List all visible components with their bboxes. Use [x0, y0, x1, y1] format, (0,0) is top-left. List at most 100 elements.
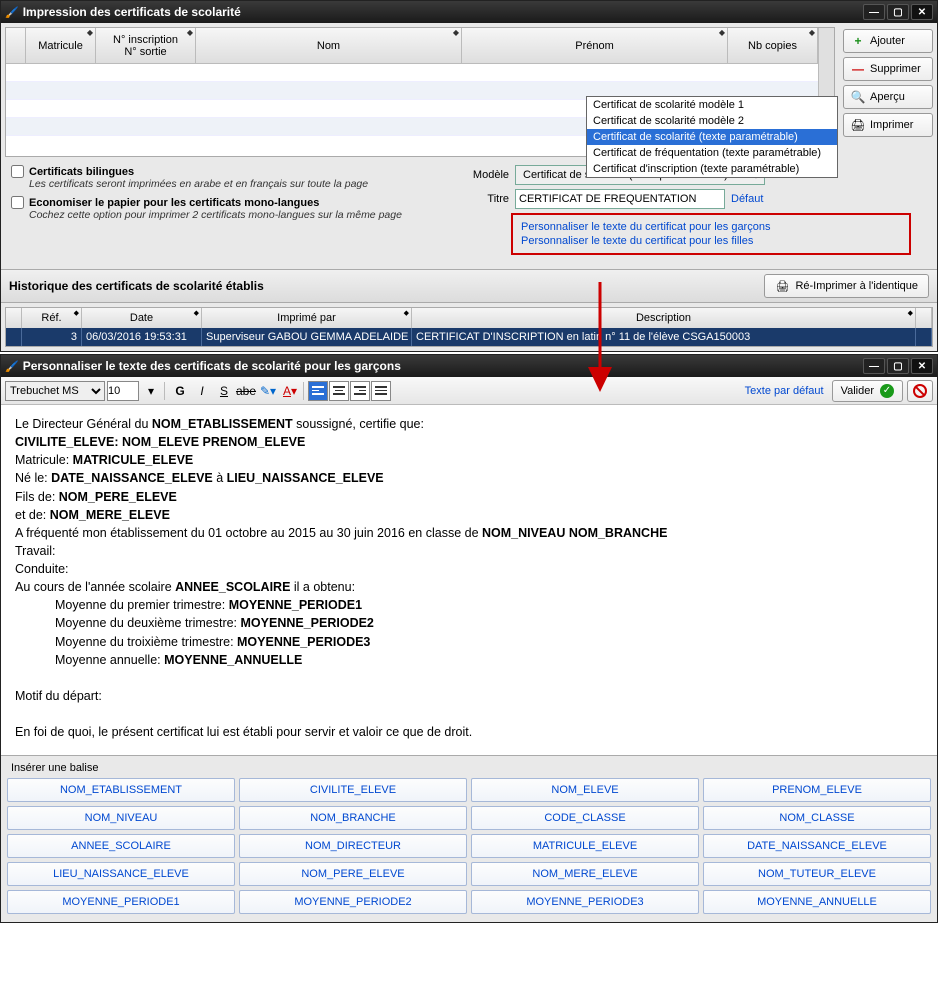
hist-row-selected[interactable]: 3 06/03/2016 19:53:31 Superviseur GABOU … — [6, 328, 932, 346]
certificate-editor[interactable]: Le Directeur Général du NOM_ETABLISSEMEN… — [1, 405, 937, 755]
editor-toolbar: Trebuchet MS ▾ G I S abe ✎▾ A▾ Texte par… — [1, 377, 937, 405]
size-up-down[interactable]: ▾ — [141, 381, 161, 401]
tag-button[interactable]: NOM_ELEVE — [471, 778, 699, 802]
cancel-button[interactable] — [907, 380, 933, 402]
tag-button[interactable]: MOYENNE_PERIODE3 — [471, 890, 699, 914]
ajouter-button[interactable]: +Ajouter — [843, 29, 933, 53]
align-justify-button[interactable] — [371, 381, 391, 401]
imprimer-button[interactable]: 🖨Imprimer — [843, 113, 933, 137]
italic-button[interactable]: I — [192, 381, 212, 401]
col-ninscr[interactable]: ◆N° inscription N° sortie — [96, 28, 196, 63]
econ-checkbox[interactable] — [11, 196, 24, 209]
titlebar: 🖌️ Personnaliser le texte des certificat… — [1, 355, 937, 377]
tag-button[interactable]: CODE_CLASSE — [471, 806, 699, 830]
defaut-link[interactable]: Défaut — [731, 193, 763, 205]
hist-grid-body: 3 06/03/2016 19:53:31 Superviseur GABOU … — [6, 328, 932, 346]
econ-checkbox-label[interactable]: Economiser le papier pour les certificat… — [11, 196, 457, 209]
grid-header: ◆Matricule ◆N° inscription N° sortie ◆No… — [6, 28, 818, 64]
align-center-button[interactable] — [329, 381, 349, 401]
hist-cell-date: 06/03/2016 19:53:31 — [82, 328, 202, 346]
check-icon: ✓ — [880, 384, 894, 398]
maximize-button[interactable]: ▢ — [887, 4, 909, 20]
perso-filles-link[interactable]: Personnaliser le texte du certificat pou… — [521, 235, 901, 247]
apercu-button[interactable]: 🔍Aperçu — [843, 85, 933, 109]
size-input[interactable] — [107, 381, 139, 401]
printer-icon: 🖨 — [775, 280, 789, 293]
maximize-button[interactable]: ▢ — [887, 358, 909, 374]
align-left-button[interactable] — [308, 381, 328, 401]
hist-grid-header: ◆Réf. ◆Date ◆Imprimé par ◆Description — [6, 308, 932, 328]
modele-option[interactable]: Certificat de scolarité modèle 2 — [587, 113, 837, 129]
econ-option: Economiser le papier pour les certificat… — [11, 196, 457, 221]
bold-button[interactable]: G — [170, 381, 190, 401]
historique-header: Historique des certificats de scolarité … — [1, 269, 937, 303]
tag-button[interactable]: NOM_NIVEAU — [7, 806, 235, 830]
modele-option[interactable]: Certificat de scolarité modèle 1 — [587, 97, 837, 113]
highlight-button[interactable]: ✎▾ — [258, 381, 278, 401]
modele-option[interactable]: Certificat d'inscription (texte paramétr… — [587, 161, 837, 177]
tags-grid: NOM_ETABLISSEMENT CIVILITE_ELEVE NOM_ELE… — [7, 778, 931, 914]
modele-dropdown-list[interactable]: Certificat de scolarité modèle 1 Certifi… — [586, 96, 838, 178]
close-button[interactable]: ✕ — [911, 358, 933, 374]
titre-input[interactable] — [515, 189, 725, 209]
tag-button[interactable]: NOM_CLASSE — [703, 806, 931, 830]
align-right-button[interactable] — [350, 381, 370, 401]
app-icon: 🖌️ — [5, 360, 19, 373]
tag-button[interactable]: ANNEE_SCOLAIRE — [7, 834, 235, 858]
close-button[interactable]: ✕ — [911, 4, 933, 20]
font-select[interactable]: Trebuchet MS — [5, 381, 105, 401]
titlebar: 🖌️ Impression des certificats de scolari… — [1, 1, 937, 23]
col-selector[interactable] — [6, 28, 26, 63]
minimize-button[interactable]: — — [863, 4, 885, 20]
hist-col-sel[interactable] — [6, 308, 22, 328]
historique-title: Historique des certificats de scolarité … — [9, 279, 764, 293]
personnaliser-box: Personnaliser le texte du certificat pou… — [511, 213, 911, 255]
perso-garcons-link[interactable]: Personnaliser le texte du certificat pou… — [521, 221, 901, 233]
tag-button[interactable]: PRENOM_ELEVE — [703, 778, 931, 802]
tag-button[interactable]: MOYENNE_PERIODE2 — [239, 890, 467, 914]
app-icon: 🖌️ — [5, 6, 19, 19]
bilingue-desc: Les certificats seront imprimées en arab… — [29, 178, 457, 190]
col-matricule[interactable]: ◆Matricule — [26, 28, 96, 63]
modele-option[interactable]: Certificat de fréquentation (texte param… — [587, 145, 837, 161]
tag-button[interactable]: LIEU_NAISSANCE_ELEVE — [7, 862, 235, 886]
col-nom[interactable]: ◆Nom — [196, 28, 462, 63]
col-prenom[interactable]: ◆Prénom — [462, 28, 728, 63]
tag-button[interactable]: CIVILITE_ELEVE — [239, 778, 467, 802]
modele-label: Modèle — [457, 169, 509, 181]
tag-button[interactable]: NOM_ETABLISSEMENT — [7, 778, 235, 802]
tag-button[interactable]: NOM_TUTEUR_ELEVE — [703, 862, 931, 886]
supprimer-button[interactable]: —Supprimer — [843, 57, 933, 81]
reimprimer-button[interactable]: 🖨Ré-Imprimer à l'identique — [764, 274, 929, 298]
tags-panel: Insérer une balise NOM_ETABLISSEMENT CIV… — [1, 755, 937, 922]
texte-defaut-link[interactable]: Texte par défaut — [745, 385, 824, 397]
modele-option-selected[interactable]: Certificat de scolarité (texte paramétra… — [587, 129, 837, 145]
fontcolor-button[interactable]: A▾ — [280, 381, 300, 401]
tag-button[interactable]: MATRICULE_ELEVE — [471, 834, 699, 858]
hist-col-ref[interactable]: ◆Réf. — [22, 308, 82, 328]
underline-button[interactable]: S — [214, 381, 234, 401]
preview-icon: 🔍 — [850, 90, 866, 104]
tag-button[interactable]: MOYENNE_ANNUELLE — [703, 890, 931, 914]
hist-scrollbar[interactable] — [916, 308, 932, 328]
print-certificates-window: 🖌️ Impression des certificats de scolari… — [0, 0, 938, 352]
printer-icon: 🖨 — [850, 118, 866, 132]
minimize-button[interactable]: — — [863, 358, 885, 374]
options-right: Modèle Certificat de scolarité (texte pa… — [457, 165, 927, 255]
table-row[interactable] — [6, 64, 818, 82]
forbidden-icon — [913, 384, 927, 398]
hist-col-par[interactable]: ◆Imprimé par — [202, 308, 412, 328]
valider-button[interactable]: Valider✓ — [832, 380, 903, 402]
strike-button[interactable]: abe — [236, 381, 256, 401]
hist-col-desc[interactable]: ◆Description — [412, 308, 916, 328]
tag-button[interactable]: DATE_NAISSANCE_ELEVE — [703, 834, 931, 858]
tag-button[interactable]: MOYENNE_PERIODE1 — [7, 890, 235, 914]
tag-button[interactable]: NOM_BRANCHE — [239, 806, 467, 830]
col-copies[interactable]: ◆Nb copies — [728, 28, 818, 63]
tag-button[interactable]: NOM_MERE_ELEVE — [471, 862, 699, 886]
tag-button[interactable]: NOM_PERE_ELEVE — [239, 862, 467, 886]
bilingue-checkbox-label[interactable]: Certificats bilingues — [11, 165, 457, 178]
hist-col-date[interactable]: ◆Date — [82, 308, 202, 328]
bilingue-checkbox[interactable] — [11, 165, 24, 178]
tag-button[interactable]: NOM_DIRECTEUR — [239, 834, 467, 858]
